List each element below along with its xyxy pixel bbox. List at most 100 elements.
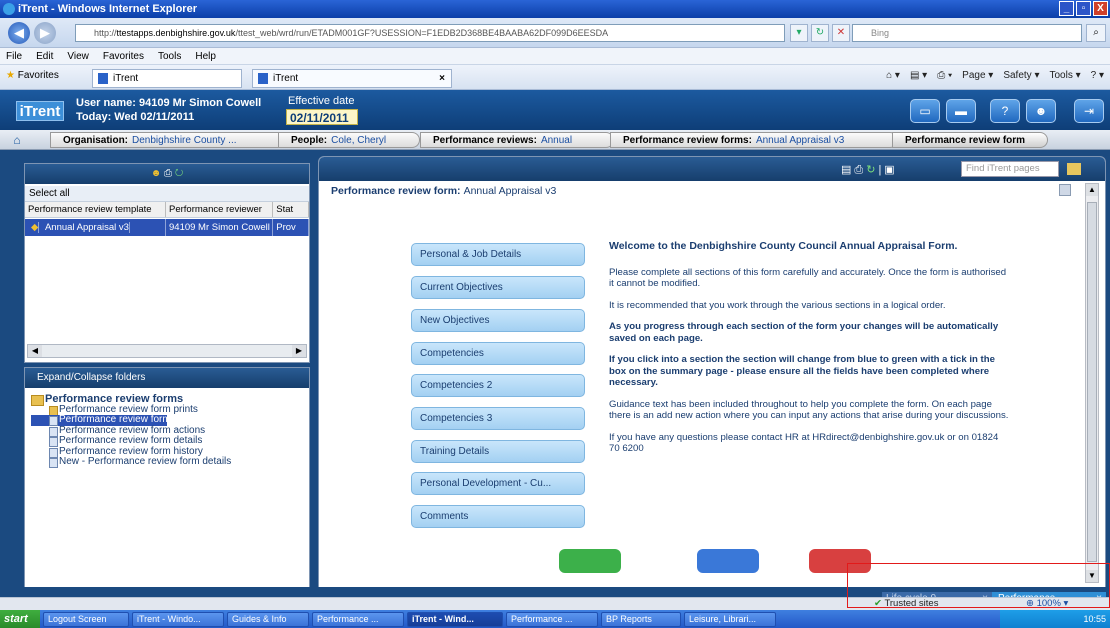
itrent-logo: iTrent (16, 101, 64, 121)
section-comments[interactable]: Comments (411, 505, 585, 528)
home-icon[interactable]: ⌂ (6, 132, 28, 148)
save-icon[interactable]: ▣ (884, 164, 897, 176)
tree-item[interactable]: New - Performance review form details (31, 456, 231, 468)
clock[interactable]: 10:55 (1083, 614, 1106, 624)
breadcrumb-people[interactable]: People: Cole, Cheryl (278, 132, 420, 148)
taskbar-item[interactable]: Leisure, Librari... (684, 611, 776, 627)
column-header[interactable]: Performance reviewer (166, 202, 274, 217)
taskbar-item[interactable]: Guides & Info (227, 611, 309, 627)
search-icon[interactable]: ⌕ (1086, 24, 1106, 42)
start-button[interactable]: start (0, 610, 40, 628)
user-icon[interactable]: ☻ (1026, 99, 1056, 123)
section-new-objectives[interactable]: New Objectives (411, 309, 585, 332)
taskbar-item[interactable]: Performance ... (312, 611, 404, 627)
section-personal-job-details[interactable]: Personal & Job Details (411, 243, 585, 266)
refresh-icon[interactable]: ↻ (866, 164, 878, 176)
favorites-label: Favorites (17, 70, 59, 81)
find-pages-input[interactable]: Find iTrent pages (961, 161, 1059, 177)
toolbar-icons: ▤⎙↻|▣ (841, 163, 898, 177)
url-host: ttestapps.denbighshire.gov.uk (116, 28, 236, 38)
section-competencies[interactable]: Competencies (411, 342, 585, 365)
vertical-scrollbar[interactable]: ▲ ▼ (1085, 183, 1099, 583)
help-icon[interactable]: ? (990, 99, 1020, 123)
safety-menu[interactable]: Safety ▾ (1003, 70, 1039, 81)
scroll-left-icon[interactable]: ◀ (28, 345, 42, 357)
page-menu[interactable]: Page ▾ (962, 70, 993, 81)
close-button[interactable]: X (1093, 1, 1108, 16)
find-icon[interactable] (1067, 163, 1081, 175)
column-header[interactable]: Performance review template (25, 202, 166, 217)
home-icon[interactable]: ⌂ ▾ (886, 70, 900, 81)
taskbar-item[interactable]: BP Reports (601, 611, 681, 627)
list-icon[interactable]: ▤ (841, 164, 854, 176)
search-input[interactable]: Bing (852, 24, 1082, 42)
window-title: iTrent - Windows Internet Explorer (18, 3, 197, 15)
effective-date-field[interactable]: 02/11/2011 (286, 109, 358, 125)
system-tray: 10:55 (1000, 610, 1110, 628)
refresh-icon[interactable]: ↻ (811, 24, 829, 42)
window-icon[interactable]: ▭ (910, 99, 940, 123)
folder-tree-panel: Expand/Collapse folders Performance revi… (24, 367, 310, 589)
taskbar-item[interactable]: Logout Screen (43, 611, 129, 627)
ie-icon (3, 3, 15, 15)
person-icon[interactable]: ☻ (151, 168, 162, 179)
menu-help[interactable]: Help (195, 48, 216, 64)
tree-item[interactable]: Performance review form details (31, 435, 231, 447)
maximize-button[interactable]: ▫ (1076, 1, 1091, 16)
tools-menu[interactable]: Tools ▾ (1049, 70, 1080, 81)
green-action-button[interactable] (559, 549, 621, 573)
breadcrumb-organisation[interactable]: Organisation: Denbighshire County ... (50, 132, 286, 148)
scroll-right-icon[interactable]: ▶ (292, 345, 306, 357)
print-icon[interactable]: ⎙ ▾ (937, 70, 952, 81)
taskbar-item[interactable]: iTrent - Windo... (132, 611, 224, 627)
taskbar-item[interactable]: Performance ... (506, 611, 598, 627)
stop-icon[interactable]: ✕ (832, 24, 850, 42)
section-personal-development[interactable]: Personal Development - Cu... (411, 472, 585, 495)
blue-action-button[interactable] (697, 549, 759, 573)
breadcrumb-review-forms[interactable]: Performance review forms: Annual Appraisa… (610, 132, 898, 148)
table-row[interactable]: ◆ Annual Appraisal v3 94109 Mr Simon Cow… (25, 219, 309, 236)
back-button[interactable]: ◀ (8, 22, 30, 44)
horizontal-scrollbar[interactable]: ◀ ▶ (27, 344, 307, 358)
select-all-link[interactable]: Select all (25, 186, 309, 202)
section-competencies-3[interactable]: Competencies 3 (411, 407, 585, 430)
minimize-button[interactable]: _ (1059, 1, 1074, 16)
url-field[interactable]: http://ttestapps.denbighshire.gov.uk/tte… (75, 24, 785, 42)
dropdown-icon[interactable]: ▾ (790, 24, 808, 42)
tree-item-selected[interactable]: Performance review form (31, 414, 171, 426)
expand-collapse-folders[interactable]: Expand/Collapse folders (25, 368, 309, 388)
print-icon[interactable] (1059, 184, 1071, 196)
menu-tools[interactable]: Tools (158, 48, 181, 64)
menu-file[interactable]: File (6, 48, 22, 64)
menu-view[interactable]: View (67, 48, 89, 64)
taskbar-item-active[interactable]: iTrent - Wind... (407, 611, 503, 627)
favorites-button[interactable]: ★ Favorites (6, 70, 59, 81)
breadcrumb-review-form[interactable]: Performance review form (892, 132, 1048, 148)
refresh-icon[interactable]: ↻ (175, 168, 183, 179)
print-icon[interactable]: ⎙ (164, 168, 172, 179)
breadcrumb-performance-reviews[interactable]: Performance reviews: Annual (420, 132, 614, 148)
scroll-thumb[interactable] (1087, 202, 1097, 562)
form-panel: ▤⎙↻|▣ Find iTrent pages Performance revi… (318, 156, 1106, 588)
forward-button[interactable]: ▶ (34, 22, 56, 44)
column-header[interactable]: Stat (273, 202, 309, 217)
star-icon: ★ (6, 70, 15, 81)
logout-icon[interactable]: ⇥ (1074, 99, 1104, 123)
print-icon[interactable]: ⎙ (854, 164, 866, 176)
section-competencies-2[interactable]: Competencies 2 (411, 374, 585, 397)
scroll-up-icon[interactable]: ▲ (1086, 184, 1098, 196)
section-training-details[interactable]: Training Details (411, 440, 585, 463)
section-current-objectives[interactable]: Current Objectives (411, 276, 585, 299)
menu-favorites[interactable]: Favorites (103, 48, 144, 64)
menu-edit[interactable]: Edit (36, 48, 53, 64)
feeds-icon[interactable]: ▤ ▾ (910, 70, 927, 81)
desktop-icon[interactable]: ▬ (946, 99, 976, 123)
browser-tab-2[interactable]: iTrent × (252, 69, 452, 88)
help-icon[interactable]: ? ▾ (1091, 70, 1104, 81)
intro-paragraph: Please complete all sections of this for… (609, 266, 1007, 290)
close-tab-icon[interactable]: × (439, 70, 445, 87)
cell-template: Annual Appraisal v3 (41, 222, 130, 233)
browser-tab-1[interactable]: iTrent (92, 69, 242, 88)
crumb-label: Organisation: (63, 135, 129, 146)
tree-root[interactable]: Performance review forms (31, 394, 231, 406)
